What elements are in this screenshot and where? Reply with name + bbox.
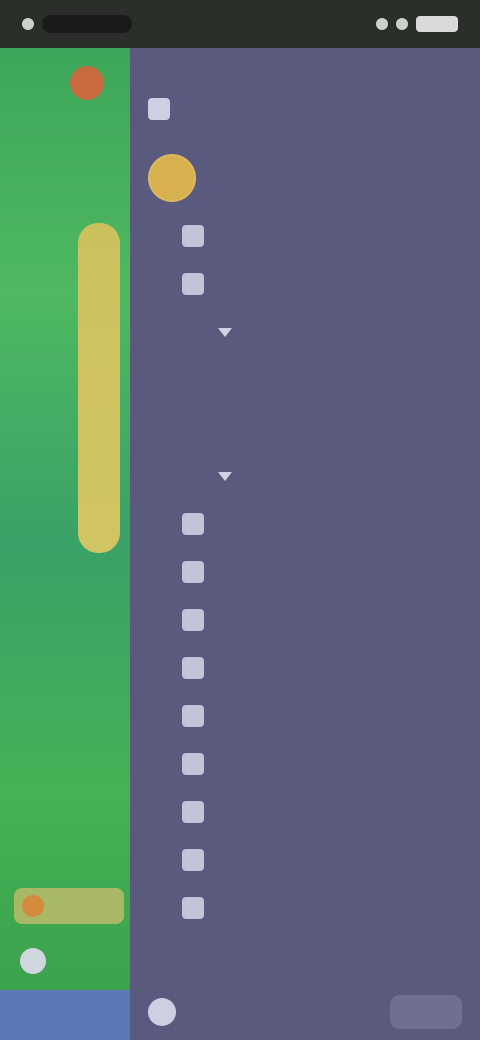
bottom-action-button[interactable] — [390, 995, 462, 1029]
status-right — [376, 16, 458, 32]
chevron-down-icon — [218, 471, 232, 481]
app-screen — [0, 0, 480, 1040]
status-time-pill — [42, 15, 132, 33]
map-chip[interactable] — [14, 888, 124, 924]
menu-item-icon — [182, 225, 204, 247]
menu-item-10[interactable] — [148, 644, 462, 692]
menu-item-13[interactable] — [148, 788, 462, 836]
menu-item-icon — [182, 561, 204, 583]
menu-item-icon — [182, 513, 204, 535]
menu-item-icon — [182, 849, 204, 871]
chip-icon — [22, 895, 44, 917]
drawer-bottom-bar — [130, 984, 480, 1040]
settings-icon[interactable] — [148, 998, 176, 1026]
drawer-user[interactable] — [148, 154, 462, 202]
menu-item-1[interactable] — [148, 212, 462, 260]
menu-item-11[interactable] — [148, 692, 462, 740]
map-poi-icon[interactable] — [70, 66, 104, 100]
menu-item-icon — [182, 753, 204, 775]
menu-item-icon — [182, 609, 204, 631]
drawer-header-icon — [148, 98, 170, 120]
menu-item-15[interactable] — [148, 884, 462, 932]
menu-item-9[interactable] — [148, 596, 462, 644]
menu-item-6[interactable] — [148, 452, 462, 500]
avatar[interactable] — [148, 154, 196, 202]
battery-icon — [416, 16, 458, 32]
status-icon — [22, 18, 34, 30]
menu-item-2[interactable] — [148, 260, 462, 308]
menu-item-4[interactable] — [148, 356, 462, 404]
map-bottom-bar — [0, 990, 130, 1040]
chevron-down-icon — [218, 327, 232, 337]
menu-item-icon — [182, 657, 204, 679]
menu-item-icon — [182, 273, 204, 295]
signal-icon — [396, 18, 408, 30]
status-left — [22, 15, 132, 33]
menu-item-14[interactable] — [148, 836, 462, 884]
wifi-icon — [376, 18, 388, 30]
menu-item-8[interactable] — [148, 548, 462, 596]
menu-item-icon — [182, 801, 204, 823]
navigation-drawer — [130, 48, 480, 1040]
drawer-menu — [148, 212, 462, 932]
menu-item-12[interactable] — [148, 740, 462, 788]
location-icon[interactable] — [20, 948, 46, 974]
menu-item-icon — [182, 705, 204, 727]
drawer-header — [148, 98, 462, 120]
map-view[interactable] — [0, 48, 130, 1040]
menu-item-5[interactable] — [148, 404, 462, 452]
status-bar — [0, 0, 480, 48]
menu-item-icon — [182, 897, 204, 919]
menu-item-3[interactable] — [148, 308, 462, 356]
menu-item-7[interactable] — [148, 500, 462, 548]
drawer-top-label — [148, 48, 462, 88]
map-road — [78, 223, 120, 553]
